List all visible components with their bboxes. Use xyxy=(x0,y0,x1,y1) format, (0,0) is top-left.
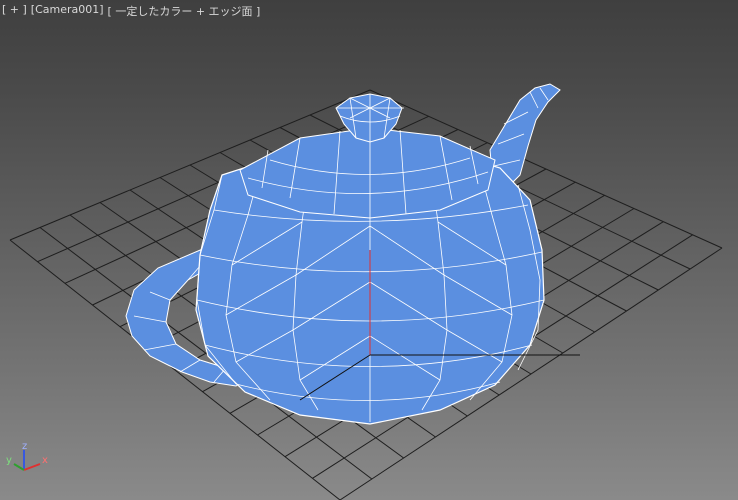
viewport-shading-menu[interactable]: [ 一定したカラー + エッジ面 ] xyxy=(108,3,261,19)
tripod-y-label: y xyxy=(6,455,12,466)
teapot-object[interactable] xyxy=(125,83,561,425)
viewport-point-of-view-menu[interactable]: [Camera001] xyxy=(31,3,104,19)
tripod-x-label: x xyxy=(42,455,48,466)
tripod-y-axis xyxy=(13,463,25,471)
axis-tripod[interactable]: z x y xyxy=(6,441,48,471)
viewport-label-bar: [ + ] [Camera001] [ 一定したカラー + エッジ面 ] xyxy=(2,3,260,19)
viewport-general-menu[interactable]: [ + ] xyxy=(2,3,27,19)
tripod-z-label: z xyxy=(22,441,27,452)
tripod-x-axis xyxy=(23,463,41,471)
viewport-camera001[interactable]: z x y [ + ] [Camera001] [ 一定したカラー + エッジ面… xyxy=(0,0,738,500)
viewport-scene[interactable]: z x y xyxy=(0,0,738,500)
